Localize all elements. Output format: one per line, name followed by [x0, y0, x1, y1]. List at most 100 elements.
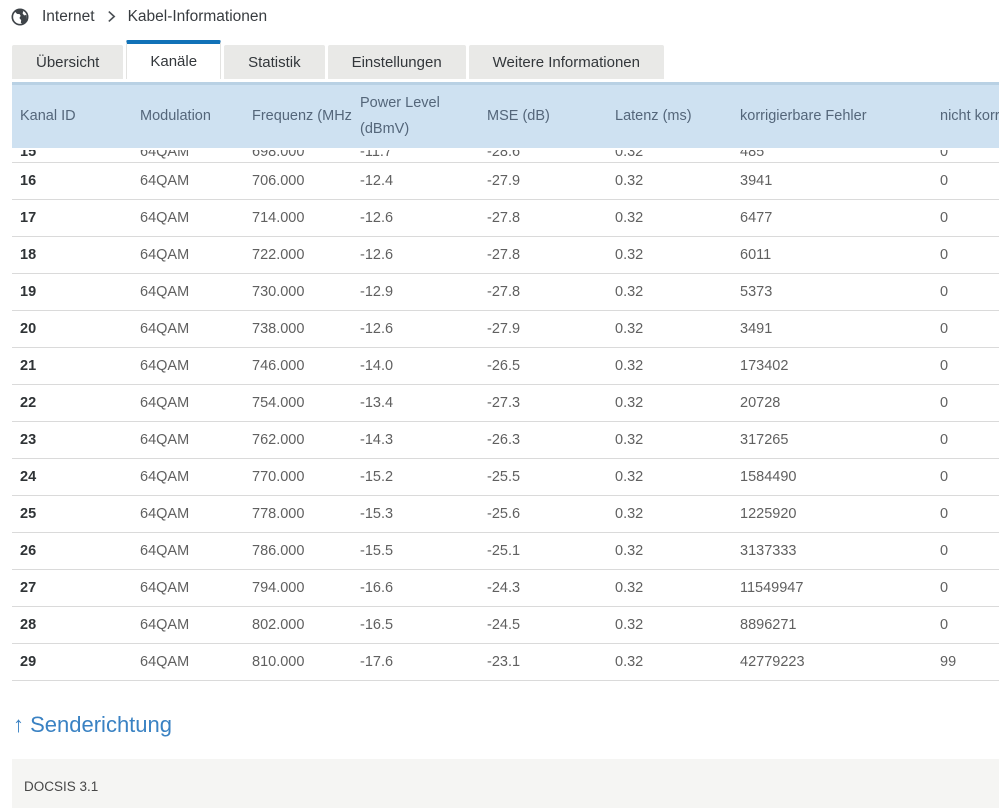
- table-cell: 0: [940, 150, 949, 160]
- column-header: Frequenz (MHz): [244, 82, 352, 148]
- table-cell: 778.000: [252, 505, 305, 522]
- tab-einstellungen[interactable]: Einstellungen: [327, 45, 466, 79]
- table-row: 21 64QAM 746.000 -14.0 -26.5 0.32 173402 0: [12, 348, 999, 385]
- column-header: Power Level (dBmV): [352, 82, 479, 148]
- breadcrumb: Internet Kabel-Informationen: [0, 0, 999, 28]
- table-row: 22 64QAM 754.000 -13.4 -27.3 0.32 20728 0: [12, 385, 999, 422]
- table-cell: 19: [20, 283, 37, 300]
- table-cell: 16: [20, 172, 37, 189]
- column-header: korrigierbare Fehler: [732, 82, 932, 148]
- table-cell: 64QAM: [140, 468, 190, 485]
- table-cell: -16.6: [360, 579, 394, 596]
- table-cell: 754.000: [252, 394, 305, 411]
- table-row: 20 64QAM 738.000 -12.6 -27.9 0.32 3491 0: [12, 311, 999, 348]
- column-header: Latenz (ms): [607, 82, 732, 148]
- table-cell: 802.000: [252, 616, 305, 633]
- downstream-channel-table-wrap: Kanal ID Modulation Frequenz (MHz) Power Le…: [12, 82, 999, 681]
- table-cell: 770.000: [252, 468, 305, 485]
- table-cell: 0: [940, 431, 949, 448]
- table-cell: 0: [940, 468, 949, 485]
- table-cell: 99: [940, 653, 957, 670]
- table-cell: 28: [20, 616, 37, 633]
- table-cell: 64QAM: [140, 542, 190, 559]
- table-cell: 0.32: [615, 150, 644, 160]
- table-cell: -26.5: [487, 357, 521, 374]
- table-cell: -12.6: [360, 320, 394, 337]
- table-cell: -15.2: [360, 468, 394, 485]
- table-cell: 0: [940, 209, 949, 226]
- table-cell: -12.4: [360, 172, 394, 189]
- table-cell: 485: [740, 150, 765, 160]
- chevron-right-icon: [107, 10, 116, 23]
- table-cell: 173402: [740, 357, 789, 374]
- table-cell: 0.32: [615, 209, 644, 226]
- tab-statistik[interactable]: Statistik: [224, 45, 325, 79]
- table-cell: 22: [20, 394, 37, 411]
- table-row: 18 64QAM 722.000 -12.6 -27.8 0.32 6011 0: [12, 237, 999, 274]
- table-cell: 5373: [740, 283, 773, 300]
- table-row: 15 64QAM 698.000 -11.7 -28.6 0.32 485 0: [12, 148, 999, 163]
- table-cell: 64QAM: [140, 579, 190, 596]
- table-cell: 0.32: [615, 357, 644, 374]
- table-cell: 0.32: [615, 505, 644, 522]
- table-cell: -27.3: [487, 394, 521, 411]
- table-cell: 0.32: [615, 542, 644, 559]
- table-cell: -15.3: [360, 505, 394, 522]
- table-row: 19 64QAM 730.000 -12.9 -27.8 0.32 5373 0: [12, 274, 999, 311]
- table-cell: 0: [940, 357, 949, 374]
- table-cell: -25.1: [487, 542, 521, 559]
- table-cell: 25: [20, 505, 37, 522]
- table-cell: 794.000: [252, 579, 305, 596]
- table-cell: 810.000: [252, 653, 305, 670]
- table-cell: 6011: [740, 246, 772, 263]
- table-cell: -12.6: [360, 209, 394, 226]
- upstream-section-heading: ↑ Senderichtung: [13, 712, 172, 737]
- docsis-standard-label: DOCSIS 3.1: [24, 779, 99, 794]
- table-cell: 64QAM: [140, 616, 190, 633]
- table-cell: 0.32: [615, 320, 644, 337]
- column-header: Kanal ID: [12, 82, 132, 148]
- table-cell: 0: [940, 616, 949, 633]
- table-body: 15 64QAM 698.000 -11.7 -28.6 0.32 485 0 16 64QAM 7…: [12, 148, 999, 681]
- table-row: 25 64QAM 778.000 -15.3 -25.6 0.32 1225920 0: [12, 496, 999, 533]
- table-cell: -15.5: [360, 542, 394, 559]
- table-cell: 0.32: [615, 653, 644, 670]
- table-cell: 20728: [740, 394, 781, 411]
- tab-uebersicht[interactable]: Übersicht: [12, 45, 124, 79]
- table-cell: 6477: [740, 209, 773, 226]
- table-cell: -26.3: [487, 431, 521, 448]
- table-cell: 0.32: [615, 172, 644, 189]
- table-cell: 64QAM: [140, 505, 190, 522]
- table-cell: -27.8: [487, 283, 521, 300]
- table-cell: 730.000: [252, 283, 305, 300]
- table-cell: 0: [940, 394, 949, 411]
- table-cell: 738.000: [252, 320, 305, 337]
- table-cell: 0: [940, 246, 949, 263]
- column-header: nicht korrigierbare Fehler: [932, 82, 999, 148]
- table-cell: -13.4: [360, 394, 394, 411]
- table-row: 17 64QAM 714.000 -12.6 -27.8 0.32 6477 0: [12, 200, 999, 237]
- tab-bar: Übersicht Kanäle Statistik Einstellungen Wei…: [12, 40, 999, 79]
- table-cell: -27.8: [487, 246, 521, 263]
- table-cell: 0.32: [615, 431, 644, 448]
- table-header-row: Kanal ID Modulation Frequenz (MHz) Power Le…: [12, 82, 999, 148]
- table-row: 24 64QAM 770.000 -15.2 -25.5 0.32 1584490 0: [12, 459, 999, 496]
- table-cell: -28.6: [487, 150, 521, 160]
- table-cell: 64QAM: [140, 394, 190, 411]
- tab-kanaele[interactable]: Kanäle: [126, 40, 222, 79]
- table-row: 16 64QAM 706.000 -12.4 -27.9 0.32 3941 0: [12, 163, 999, 200]
- table-cell: -27.9: [487, 320, 521, 337]
- table-cell: 0.32: [615, 394, 644, 411]
- breadcrumb-item-kabel-informationen[interactable]: Kabel-Informationen: [128, 8, 268, 26]
- table-cell: 17: [20, 209, 37, 226]
- breadcrumb-item-internet[interactable]: Internet: [42, 8, 95, 26]
- table-cell: 1584490: [740, 468, 797, 485]
- table-cell: -25.6: [487, 505, 521, 522]
- table-cell: 722.000: [252, 246, 305, 263]
- table-cell: 0.32: [615, 616, 644, 633]
- table-cell: 714.000: [252, 209, 305, 226]
- table-header: Kanal ID Modulation Frequenz (MHz) Power Le…: [12, 82, 999, 148]
- table-cell: 3137333: [740, 542, 797, 559]
- table-cell: 0.32: [615, 468, 644, 485]
- tab-weitere-informationen[interactable]: Weitere Informationen: [468, 45, 664, 79]
